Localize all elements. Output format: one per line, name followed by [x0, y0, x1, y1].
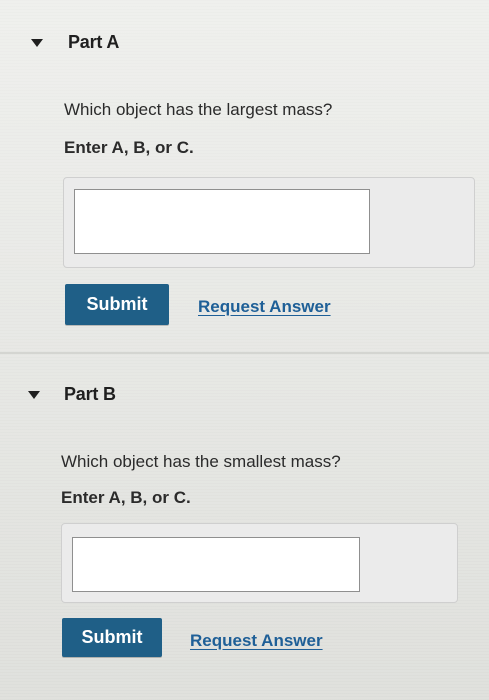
part-a-submit-button[interactable]: Submit	[65, 284, 169, 325]
part-a-answer-panel	[63, 177, 475, 268]
caret-down-icon[interactable]	[31, 39, 43, 47]
part-b-instruction: Enter A, B, or C.	[61, 488, 191, 507]
part-a-instruction: Enter A, B, or C.	[64, 138, 194, 157]
part-b-answer-input[interactable]	[72, 537, 360, 592]
part-b-question: Which object has the smallest mass?	[61, 452, 341, 471]
part-a-answer-input[interactable]	[74, 189, 370, 254]
part-a-question: Which object has the largest mass?	[64, 100, 333, 119]
part-b-submit-button[interactable]: Submit	[62, 618, 162, 657]
part-b-title[interactable]: Part B	[64, 384, 116, 405]
part-b-section: Part B Which object has the smallest mas…	[0, 354, 489, 700]
caret-down-icon[interactable]	[28, 391, 40, 399]
part-a-section: Part A Which object has the largest mass…	[0, 0, 489, 352]
part-b-answer-panel	[61, 523, 458, 603]
part-a-request-answer-link[interactable]: Request Answer	[198, 297, 331, 317]
part-a-title[interactable]: Part A	[68, 32, 119, 53]
part-b-request-answer-link[interactable]: Request Answer	[190, 631, 323, 651]
page-background: Part A Which object has the largest mass…	[0, 0, 489, 700]
